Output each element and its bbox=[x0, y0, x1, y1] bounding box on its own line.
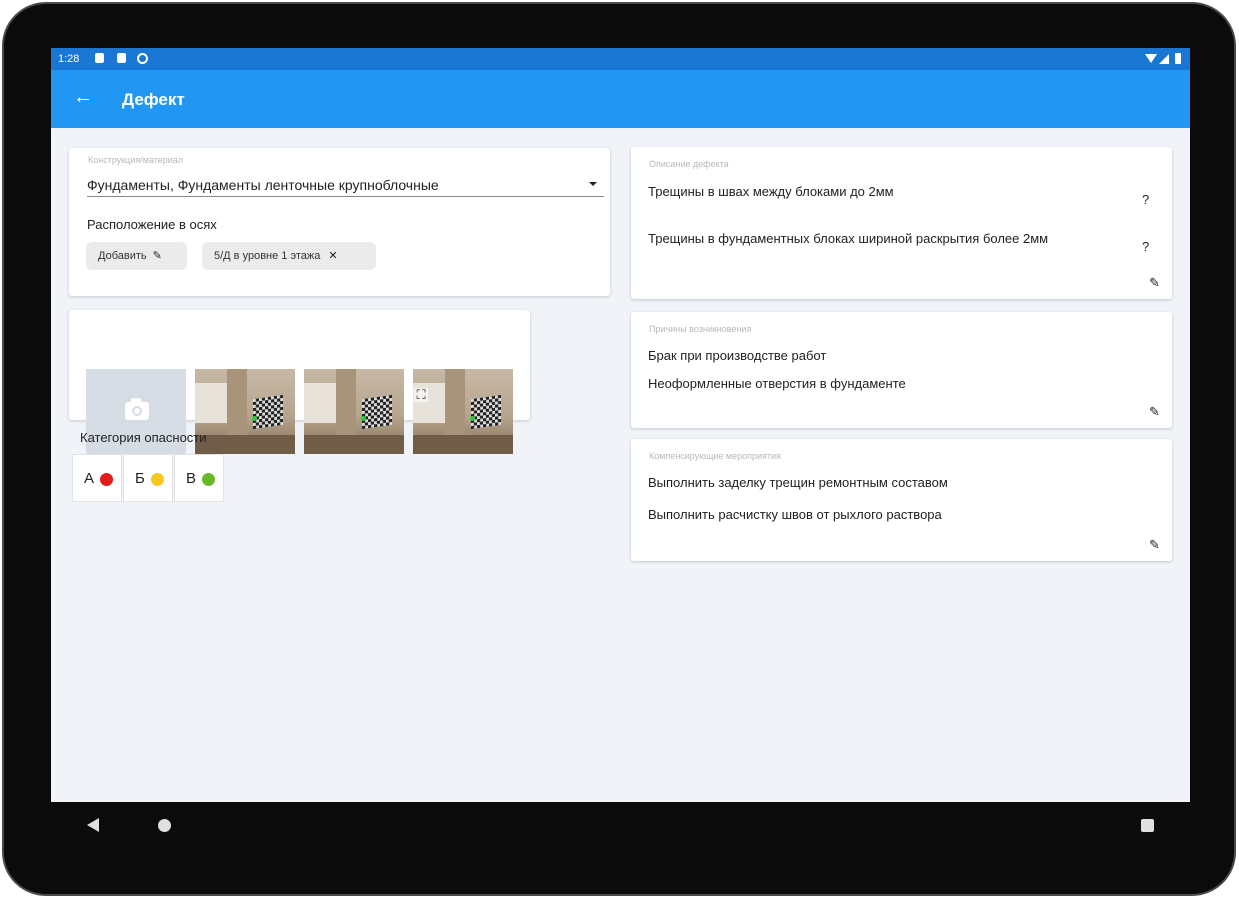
nav-back-icon[interactable] bbox=[87, 818, 99, 832]
location-chip[interactable]: 5/Д в уровне 1 этажа ✕ bbox=[202, 242, 376, 270]
category-a-button[interactable]: А bbox=[72, 454, 122, 502]
category-b-button[interactable]: Б bbox=[123, 454, 173, 502]
green-dot-icon bbox=[202, 473, 215, 486]
construction-select[interactable]: Фундаменты, Фундаменты ленточные крупноб… bbox=[87, 177, 439, 193]
dropdown-arrow-icon[interactable] bbox=[589, 182, 597, 186]
axes-label: Расположение в осях bbox=[87, 217, 217, 232]
cause-item: Неоформленные отверстия в фундаменте bbox=[648, 376, 906, 391]
notification-icon bbox=[95, 53, 104, 63]
edit-pencil-icon[interactable]: ✎ bbox=[1149, 275, 1160, 291]
construction-label: Конструкция/материал bbox=[88, 155, 184, 165]
defect-description-card[interactable]: Описание дефекта Трещины в швах между бл… bbox=[631, 147, 1172, 299]
cause-item: Брак при производстве работ bbox=[648, 348, 827, 363]
edit-pencil-icon[interactable]: ✎ bbox=[1149, 404, 1160, 420]
app-screen: 1:28 ← Дефект Конструкция/материал Фунда… bbox=[51, 48, 1190, 802]
location-chip-label: 5/Д в уровне 1 этажа bbox=[214, 250, 321, 262]
compensating-label: Компенсирующие мероприятия bbox=[649, 451, 781, 461]
close-icon[interactable]: ✕ bbox=[328, 250, 337, 262]
sync-icon bbox=[137, 53, 148, 64]
status-bar: 1:28 bbox=[51, 48, 1190, 70]
construction-underline bbox=[87, 196, 604, 197]
edit-pencil-icon[interactable]: ✎ bbox=[1149, 537, 1160, 553]
measure-item: Выполнить расчистку швов от рыхлого раст… bbox=[648, 507, 942, 522]
wifi-icon bbox=[1145, 54, 1157, 63]
page-title: Дефект bbox=[122, 90, 185, 109]
causes-card[interactable]: Причины возникновения Брак при производс… bbox=[631, 312, 1172, 428]
defect-description-label: Описание дефекта bbox=[649, 159, 729, 169]
compensating-measures-card[interactable]: Компенсирующие мероприятия Выполнить зад… bbox=[631, 439, 1172, 561]
category-v-button[interactable]: В bbox=[174, 454, 224, 502]
app-bar: ← Дефект bbox=[51, 70, 1190, 128]
camera-icon bbox=[125, 398, 149, 420]
yellow-dot-icon bbox=[151, 473, 164, 486]
danger-category-title: Категория опасности bbox=[80, 430, 207, 445]
back-arrow-icon[interactable]: ← bbox=[73, 86, 93, 108]
causes-label: Причины возникновения bbox=[649, 324, 752, 334]
sd-card-icon bbox=[117, 53, 126, 63]
help-icon[interactable]: ? bbox=[1142, 239, 1149, 254]
help-icon[interactable]: ? bbox=[1142, 192, 1149, 207]
category-letter: Б bbox=[135, 470, 145, 487]
add-axis-chip-label: Добавить bbox=[98, 250, 147, 262]
photo-thumbnail[interactable] bbox=[413, 369, 513, 454]
category-letter: А bbox=[84, 470, 95, 487]
nav-home-icon[interactable] bbox=[158, 819, 171, 832]
defect-item: Трещины в швах между блоками до 2мм bbox=[648, 184, 894, 199]
red-dot-icon bbox=[100, 473, 113, 486]
construction-card: Конструкция/материал Фундаменты, Фундаме… bbox=[69, 148, 610, 296]
add-axis-chip[interactable]: Добавить ✎ bbox=[86, 242, 187, 270]
measure-item: Выполнить заделку трещин ремонтным соста… bbox=[648, 475, 948, 490]
category-letter: В bbox=[186, 470, 197, 487]
status-time: 1:28 bbox=[58, 53, 80, 65]
expand-icon[interactable]: ⛶ bbox=[414, 388, 428, 402]
pencil-icon: ✎ bbox=[152, 250, 162, 262]
signal-icon bbox=[1159, 54, 1169, 64]
photo-thumbnail[interactable] bbox=[304, 369, 404, 454]
nav-recents-icon[interactable] bbox=[1141, 819, 1154, 832]
photo-thumbnail[interactable] bbox=[195, 369, 295, 454]
battery-icon bbox=[1175, 53, 1181, 64]
defect-item: Трещины в фундаментных блоках шириной ра… bbox=[648, 231, 1049, 246]
